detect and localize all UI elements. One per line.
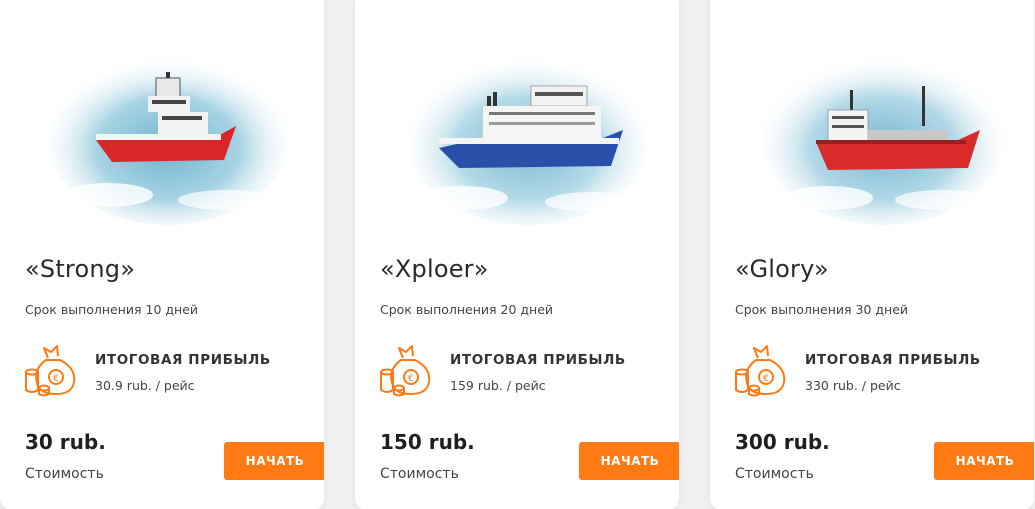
ship-card-xploer: «Xploer» Срок выполнения 20 дней € ИТОГО… bbox=[355, 0, 679, 509]
price: 150 rub. bbox=[380, 430, 475, 454]
price: 300 rub. bbox=[735, 430, 830, 454]
profit-label: ИТОГОВАЯ ПРИБЫЛЬ bbox=[450, 352, 626, 368]
profit-value: 159 rub. / рейс bbox=[450, 378, 546, 393]
money-bag-icon: € bbox=[380, 345, 431, 397]
ship-cards-list: «Strong» Срок выполнения 10 дней € ИТОГО… bbox=[0, 0, 1035, 509]
price: 30 rub. bbox=[25, 430, 106, 454]
term-text: Срок выполнения 10 дней bbox=[25, 302, 199, 317]
ship-title: «Strong» bbox=[25, 255, 136, 283]
tanker-icon bbox=[763, 55, 1003, 225]
term-text: Срок выполнения 20 дней bbox=[380, 302, 554, 317]
svg-text:€: € bbox=[53, 374, 59, 384]
ship-card-glory: «Glory» Срок выполнения 30 дней € ИТОГОВ… bbox=[710, 0, 1034, 509]
money-bag-icon: € bbox=[735, 345, 786, 397]
price-label: Стоимость bbox=[380, 466, 459, 482]
profit-label: ИТОГОВАЯ ПРИБЫЛЬ bbox=[95, 352, 271, 368]
profit-value: 330 rub. / рейс bbox=[805, 378, 901, 393]
ferry-icon bbox=[408, 55, 648, 225]
price-label: Стоимость bbox=[735, 466, 814, 482]
start-button[interactable]: НАЧАТЬ bbox=[934, 442, 1034, 480]
money-bag-icon: € bbox=[25, 345, 76, 397]
svg-text:€: € bbox=[408, 374, 414, 384]
svg-text:€: € bbox=[763, 374, 769, 384]
profit-value: 30.9 rub. / рейс bbox=[95, 378, 195, 393]
ship-title: «Xploer» bbox=[380, 255, 489, 283]
term-text: Срок выполнения 30 дней bbox=[735, 302, 909, 317]
ship-card-strong: «Strong» Срок выполнения 10 дней € ИТОГО… bbox=[0, 0, 324, 509]
ship-title: «Glory» bbox=[735, 255, 829, 283]
supply-vessel-icon bbox=[48, 55, 288, 225]
profit-label: ИТОГОВАЯ ПРИБЫЛЬ bbox=[805, 352, 981, 368]
start-button[interactable]: НАЧАТЬ bbox=[224, 442, 324, 480]
price-label: Стоимость bbox=[25, 466, 104, 482]
start-button[interactable]: НАЧАТЬ bbox=[579, 442, 679, 480]
